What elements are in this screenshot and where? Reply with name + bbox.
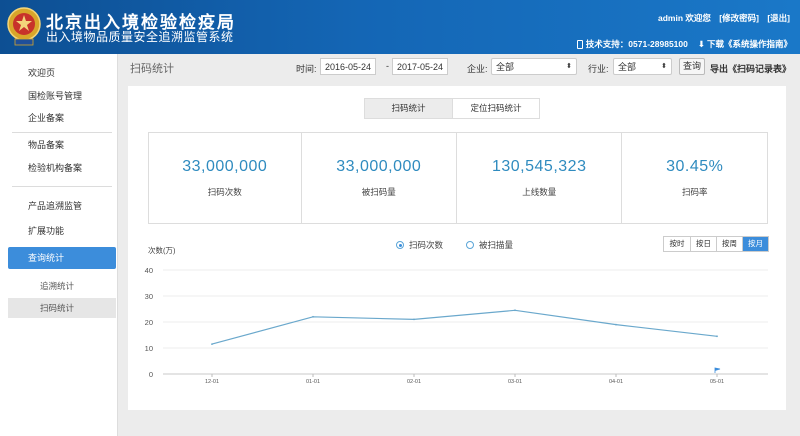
support-phone: 技术支持：0571-28985100 [585,39,688,49]
data-point [514,309,516,312]
logout-link[interactable]: [退出] [767,13,790,23]
sidebar-item-company-filing[interactable]: 企业备案 [8,107,116,129]
support-bar: 技术支持：0571-28985100 ⬇ 下载《系统操作指南》 [576,38,792,50]
company-select[interactable]: 全部 ⬍ [491,58,577,75]
x-tick-label: 04-01 [609,379,623,385]
industry-select[interactable]: 全部 ⬍ [613,58,672,75]
sidebar-item-account-management[interactable]: 国检账号管理 [8,85,116,107]
sidebar-item-lab-filing[interactable]: 检验机构备案 [8,157,116,179]
x-tick-label: 03-01 [508,379,522,385]
y-tick-label: 0 [149,370,153,379]
download-icon: ⬇ [697,39,705,49]
data-point [312,315,314,318]
y-tick-label: 40 [145,266,153,275]
x-tick-label: 12-01 [205,379,219,385]
sidebar-item-goods-filing[interactable]: 物品备案 [8,134,116,156]
x-tick-label: 05-01 [710,379,724,385]
data-point [615,323,617,326]
data-point [413,318,415,321]
emblem-logo [7,7,41,46]
company-select-value: 全部 [496,62,515,72]
series-line [211,309,718,345]
date-from-input[interactable]: 2016-05-24 [320,58,377,75]
sidebar-divider [12,186,112,187]
sidebar-subitem-trace-stats[interactable]: 追溯统计 [8,276,116,296]
time-label: 时间: [296,64,317,74]
date-separator: - [386,61,389,71]
content-panel: 扫码统计 定位扫码统计 33,000,000 扫码次数 33,000,000 被… [128,86,786,410]
date-to-input[interactable]: 2017-05-24 [392,58,449,75]
company-label: 企业: [467,64,488,74]
x-tick-label: 01-01 [306,379,320,385]
query-button[interactable]: 查询 [679,58,705,75]
download-guide-link[interactable]: ⬇ 下载《系统操作指南》 [698,38,792,50]
phone-icon [576,39,583,49]
data-point [211,343,213,345]
y-tick-label: 20 [145,318,153,327]
y-tick-label: 10 [145,344,153,353]
x-tick-label: 02-01 [407,379,421,385]
sidebar-item-extensions[interactable]: 扩展功能 [8,220,116,242]
data-point [716,335,718,338]
sidebar-item-query-stats[interactable]: 查询统计 [8,247,116,269]
sidebar-item-trace-supervision[interactable]: 产品追溯监管 [8,195,116,217]
change-password-link[interactable]: [修改密码] [719,13,759,23]
industry-label: 行业: [588,64,609,74]
app-subtitle: 出入境物品质量安全追溯监管系统 [46,30,234,44]
sidebar-subitem-scan-stats[interactable]: 扫码统计 [8,298,116,318]
flag-icon [714,367,721,373]
user-menu: admin 欢迎您 [修改密码] [退出] [658,12,790,24]
app-header: 北京出入境检验检疫局 出入境物品质量安全追溯监管系统 admin 欢迎您 [修改… [0,0,800,54]
sidebar-divider [12,132,112,133]
select-arrows-icon: ⬍ [661,63,667,70]
export-link[interactable]: 导出《扫码记录表》 [710,62,791,75]
sidebar: 欢迎页 国检账号管理 企业备案 物品备案 检验机构备案 产品追溯监管 扩展功能 … [0,54,118,436]
download-guide-label: 下载《系统操作指南》 [706,39,792,49]
industry-select-value: 全部 [618,62,637,72]
y-tick-label: 30 [145,292,153,301]
user-welcome: admin 欢迎您 [658,13,711,23]
line-chart: 0 10 20 30 40 12-01 01-01 02-01 03-01 04-01 05-01 [145,266,768,385]
select-arrows-icon: ⬍ [566,63,572,70]
page-title: 扫码统计 [130,63,174,75]
sidebar-item-welcome[interactable]: 欢迎页 [8,62,116,84]
